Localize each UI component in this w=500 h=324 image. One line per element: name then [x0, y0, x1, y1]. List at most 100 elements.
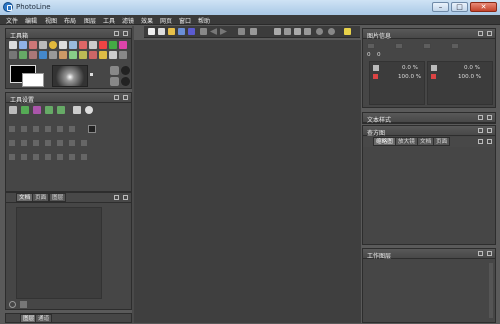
fullscreen-icon[interactable] — [121, 77, 130, 86]
tab-channels[interactable]: 通道 — [35, 314, 53, 323]
panel-close-icon[interactable] — [123, 195, 128, 200]
background-color-swatch[interactable] — [22, 73, 44, 87]
new-document-icon[interactable] — [148, 28, 155, 35]
panel-minimize-icon[interactable] — [478, 139, 483, 144]
menu-edit[interactable]: 编辑 — [25, 16, 37, 25]
subtract-selection-icon[interactable] — [33, 106, 41, 114]
select-arrow-icon[interactable] — [9, 41, 17, 49]
merge-icon[interactable] — [304, 28, 311, 35]
panel-close-icon[interactable] — [487, 251, 492, 256]
menu-layout[interactable]: 布局 — [64, 16, 76, 25]
align-dropdown-icon[interactable] — [88, 125, 96, 133]
tab-browser-pages[interactable]: 页面 — [433, 137, 451, 146]
menu-view[interactable]: 视图 — [45, 16, 57, 25]
menu-window[interactable]: 窗口 — [179, 16, 191, 25]
pin-icon[interactable] — [200, 28, 207, 35]
marquee-icon[interactable] — [9, 51, 17, 59]
zoom-icon[interactable] — [109, 51, 117, 59]
maximize-button[interactable]: □ — [451, 2, 468, 12]
panel-minimize-icon[interactable] — [114, 95, 119, 100]
add-selection-icon[interactable] — [21, 106, 29, 114]
tab-pages[interactable]: 页面 — [32, 193, 50, 202]
panel-minimize-icon[interactable] — [478, 31, 483, 36]
align-row-icons[interactable] — [9, 126, 79, 132]
tab-magnifier[interactable]: 放大镜 — [395, 137, 418, 146]
paste-icon[interactable] — [284, 28, 291, 35]
heal-icon[interactable] — [89, 51, 97, 59]
hand-icon[interactable] — [49, 51, 57, 59]
panel-minimize-icon[interactable] — [478, 251, 483, 256]
save-icon[interactable] — [178, 28, 185, 35]
minimize-button[interactable]: – — [432, 2, 449, 12]
panel-close-icon[interactable] — [487, 31, 492, 36]
gradient-icon[interactable] — [29, 51, 37, 59]
sharpen-icon[interactable] — [99, 51, 107, 59]
menu-filter[interactable]: 滤镜 — [122, 16, 134, 25]
document-list-area[interactable] — [16, 207, 102, 299]
menu-file[interactable]: 文件 — [6, 16, 18, 25]
tab-document[interactable]: 文档 — [16, 193, 34, 202]
move-icon[interactable] — [69, 41, 77, 49]
text-tool-icon[interactable] — [59, 41, 67, 49]
panel-close-icon[interactable] — [123, 31, 128, 36]
brush-icon[interactable] — [99, 41, 107, 49]
pen-icon[interactable] — [79, 41, 87, 49]
cut-icon[interactable] — [238, 28, 245, 35]
panel-close-icon[interactable] — [487, 115, 492, 120]
new-document-round-icon[interactable] — [9, 301, 16, 308]
measure-icon[interactable] — [119, 51, 127, 59]
settings-gear-icon[interactable] — [85, 106, 93, 114]
eraser-icon[interactable] — [39, 51, 47, 59]
screen-mode-icon[interactable] — [110, 77, 119, 86]
shape-icon[interactable] — [39, 41, 47, 49]
back-arrow-icon[interactable] — [210, 28, 217, 35]
new-page-icon[interactable] — [158, 28, 165, 35]
tab-thumbnails[interactable]: 缩略图 — [373, 137, 396, 146]
quickmask-icon[interactable] — [121, 66, 130, 75]
distribute-row-icons[interactable] — [9, 140, 91, 146]
tab-browser-document[interactable]: 文档 — [417, 137, 435, 146]
selection-mode-icon[interactable] — [9, 106, 17, 114]
menu-effects[interactable]: 效果 — [141, 16, 153, 25]
tab-layers[interactable]: 图层 — [49, 193, 67, 202]
duplicate-icon[interactable] — [294, 28, 301, 35]
save-as-icon[interactable] — [188, 28, 195, 35]
close-button[interactable]: ✕ — [470, 2, 497, 12]
menu-help[interactable]: 帮助 — [198, 16, 210, 25]
panel-close-icon[interactable] — [487, 139, 492, 144]
panel-minimize-icon[interactable] — [478, 128, 483, 133]
scrollbar[interactable] — [489, 263, 493, 318]
crop-icon[interactable] — [29, 41, 37, 49]
help-pointer-icon[interactable] — [344, 28, 351, 35]
spacing-row-icons[interactable] — [9, 154, 91, 160]
invert-selection-icon[interactable] — [57, 106, 65, 114]
brush-preview[interactable] — [52, 65, 88, 87]
undo-icon[interactable] — [316, 28, 323, 35]
pointer-option-icon[interactable] — [73, 106, 81, 114]
sponge-icon[interactable] — [69, 51, 77, 59]
panel-close-icon[interactable] — [123, 95, 128, 100]
wand-icon[interactable] — [19, 51, 27, 59]
mask-icon[interactable] — [110, 66, 119, 75]
forward-arrow-icon[interactable] — [220, 28, 227, 35]
panel-close-icon[interactable] — [487, 128, 492, 133]
dodge-icon[interactable] — [59, 51, 67, 59]
intersect-selection-icon[interactable] — [45, 106, 53, 114]
lasso-icon[interactable] — [19, 41, 27, 49]
clone-icon[interactable] — [119, 41, 127, 49]
fill-icon[interactable] — [109, 41, 117, 49]
menu-layer[interactable]: 图层 — [84, 16, 96, 25]
panel-minimize-icon[interactable] — [114, 31, 119, 36]
smudge-icon[interactable] — [79, 51, 87, 59]
panel-minimize-icon[interactable] — [114, 195, 119, 200]
copy-icon[interactable] — [274, 28, 281, 35]
delete-document-icon[interactable] — [20, 301, 27, 308]
redo-icon[interactable] — [328, 28, 335, 35]
open-folder-icon[interactable] — [168, 28, 175, 35]
circle-tool-icon[interactable] — [49, 41, 57, 49]
panel-minimize-icon[interactable] — [478, 115, 483, 120]
brush-dropdown-icon[interactable] — [90, 73, 93, 76]
print-icon[interactable] — [250, 28, 257, 35]
menu-tools[interactable]: 工具 — [103, 16, 115, 25]
document-canvas[interactable] — [134, 40, 361, 323]
